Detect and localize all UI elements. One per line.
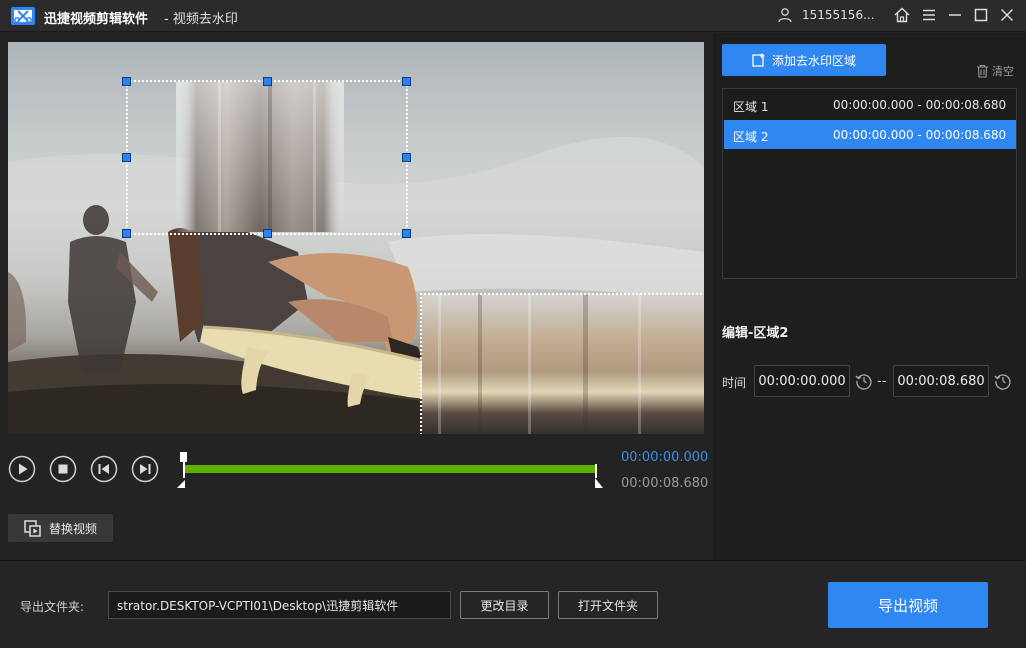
resize-handle-bottom-right[interactable] bbox=[402, 229, 411, 238]
resize-handle-top-right[interactable] bbox=[402, 77, 411, 86]
region-name: 区域 2 bbox=[733, 130, 769, 144]
resize-handle-middle-left[interactable] bbox=[122, 153, 131, 162]
replace-video-icon bbox=[24, 519, 41, 537]
resize-handle-top-left[interactable] bbox=[122, 77, 131, 86]
home-icon[interactable] bbox=[893, 6, 911, 24]
time-label: 时间 bbox=[722, 376, 747, 390]
export-folder-label: 导出文件夹: bbox=[20, 600, 85, 614]
clear-regions-button[interactable]: 清空 bbox=[976, 63, 1014, 79]
current-time: 00:00:00.000 bbox=[621, 450, 709, 465]
trash-icon bbox=[977, 64, 988, 78]
export-path-field[interactable]: strator.DESKTOP-VCPTI01\Desktop\迅捷剪辑软件 bbox=[108, 591, 451, 619]
region-row-2[interactable]: 区域 2 00:00:00.000 - 00:00:08.680 bbox=[724, 120, 1016, 149]
next-frame-button[interactable] bbox=[131, 455, 159, 483]
resize-handle-middle-right[interactable] bbox=[402, 153, 411, 162]
region-name: 区域 1 bbox=[733, 100, 769, 114]
replace-video-label: 替换视频 bbox=[49, 521, 98, 536]
video-preview[interactable] bbox=[8, 42, 704, 434]
user-icon[interactable] bbox=[777, 7, 793, 23]
add-region-label: 添加去水印区域 bbox=[771, 53, 856, 68]
open-folder-button[interactable]: 打开文件夹 bbox=[558, 591, 658, 619]
timeline-end-marker[interactable] bbox=[592, 464, 604, 488]
start-time-input[interactable]: 00:00:00.000 bbox=[754, 365, 850, 397]
time-separator: -- bbox=[877, 374, 887, 389]
add-watermark-region-button[interactable]: 添加去水印区域 bbox=[722, 44, 886, 76]
resize-handle-bottom-left[interactable] bbox=[122, 229, 131, 238]
maximize-icon[interactable] bbox=[972, 6, 990, 24]
resize-handle-top-center[interactable] bbox=[263, 77, 272, 86]
timeline-range-bar[interactable] bbox=[184, 465, 596, 473]
reset-end-time-icon[interactable] bbox=[994, 372, 1012, 390]
app-name: 迅捷视频剪辑软件 bbox=[44, 12, 149, 27]
stop-button[interactable] bbox=[49, 455, 77, 483]
export-video-button[interactable]: 导出视频 bbox=[828, 582, 988, 628]
clear-label: 清空 bbox=[992, 65, 1014, 78]
title-bar: 迅捷视频剪辑软件 - 视频去水印 15155156... bbox=[0, 0, 1026, 32]
app-logo-icon bbox=[11, 7, 35, 25]
total-duration: 00:00:08.680 bbox=[621, 476, 709, 491]
replace-video-button[interactable]: 替换视频 bbox=[8, 514, 113, 542]
previous-frame-button[interactable] bbox=[90, 455, 118, 483]
region-time-range: 00:00:00.000 - 00:00:08.680 bbox=[833, 98, 1007, 112]
region-time-range: 00:00:00.000 - 00:00:08.680 bbox=[833, 128, 1007, 142]
end-time-input[interactable]: 00:00:08.680 bbox=[893, 365, 989, 397]
watermark-region-1-box[interactable] bbox=[126, 80, 408, 235]
user-account[interactable]: 15155156... bbox=[802, 8, 875, 22]
watermark-region-2-box[interactable] bbox=[420, 293, 704, 434]
edit-region-title: 编辑-区域2 bbox=[722, 326, 789, 341]
region-row-1[interactable]: 区域 1 00:00:00.000 - 00:00:08.680 bbox=[724, 90, 1016, 119]
add-region-icon bbox=[752, 53, 765, 67]
page-name: - 视频去水印 bbox=[164, 12, 238, 27]
close-icon[interactable] bbox=[998, 6, 1016, 24]
timeline-start-marker[interactable] bbox=[176, 452, 188, 488]
reset-start-time-icon[interactable] bbox=[855, 372, 873, 390]
change-directory-button[interactable]: 更改目录 bbox=[460, 591, 549, 619]
play-button[interactable] bbox=[8, 455, 36, 483]
minimize-icon[interactable] bbox=[946, 6, 964, 24]
menu-icon[interactable] bbox=[920, 6, 938, 24]
resize-handle-bottom-center[interactable] bbox=[263, 229, 272, 238]
region-list: 区域 1 00:00:00.000 - 00:00:08.680 区域 2 00… bbox=[722, 88, 1017, 279]
